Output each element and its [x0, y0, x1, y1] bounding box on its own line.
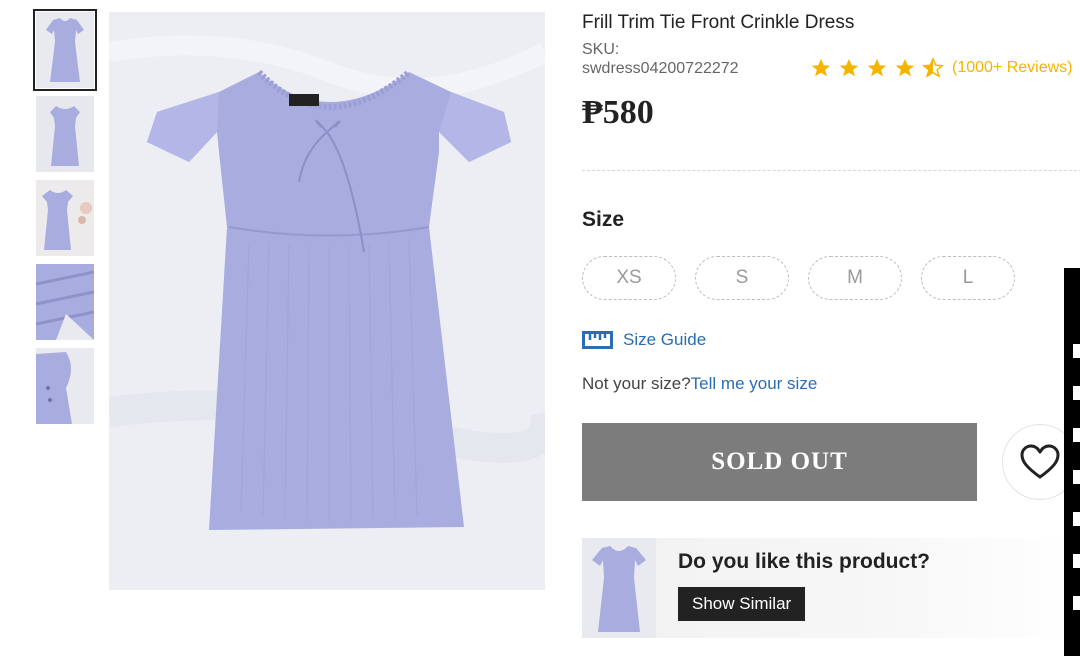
- size-label: Size: [582, 208, 625, 231]
- star-icon: [895, 58, 915, 77]
- like-product-thumbnail: [582, 538, 656, 638]
- heart-icon: [1020, 444, 1060, 479]
- thumbnail-5[interactable]: [36, 348, 94, 424]
- size-guide-link[interactable]: Size Guide: [582, 330, 706, 350]
- star-icon: [867, 58, 887, 77]
- thumbnail-2[interactable]: [36, 96, 94, 172]
- sku-value: swdress04200722272: [582, 60, 739, 77]
- reviews-count[interactable]: (1000+ Reviews): [952, 59, 1073, 77]
- divider: [582, 170, 1080, 171]
- thumbnail-1[interactable]: [33, 9, 97, 91]
- side-panel: [1064, 268, 1080, 656]
- main-product-image[interactable]: [109, 12, 545, 590]
- size-options: XS S M L: [582, 256, 1034, 300]
- not-your-size: Not your size?Tell me your size: [582, 374, 817, 394]
- half-star-icon: [922, 57, 944, 78]
- not-your-size-prompt: Not your size?: [582, 374, 691, 393]
- show-similar-button[interactable]: Show Similar: [678, 587, 806, 621]
- sku-label: SKU:: [582, 41, 620, 58]
- size-guide-label[interactable]: Size Guide: [623, 330, 706, 350]
- size-option-s[interactable]: S: [695, 256, 789, 300]
- like-product-section: Do you like this product? Show Similar: [582, 538, 1080, 638]
- ruler-icon: [582, 331, 613, 349]
- thumbnail-4[interactable]: [36, 264, 94, 340]
- star-icon: [839, 58, 859, 77]
- price: ₱580: [582, 94, 654, 131]
- size-option-xs[interactable]: XS: [582, 256, 676, 300]
- rating[interactable]: (1000+ Reviews): [810, 57, 1073, 79]
- size-option-l[interactable]: L: [921, 256, 1015, 300]
- sold-out-button[interactable]: SOLD OUT: [582, 423, 977, 501]
- star-icon: [811, 58, 831, 77]
- thumbnail-3[interactable]: [36, 180, 94, 256]
- product-title: Frill Trim Tie Front Crinkle Dress: [582, 12, 855, 33]
- size-option-m[interactable]: M: [808, 256, 902, 300]
- like-question: Do you like this product?: [678, 550, 931, 573]
- tell-me-your-size-link[interactable]: Tell me your size: [691, 374, 818, 393]
